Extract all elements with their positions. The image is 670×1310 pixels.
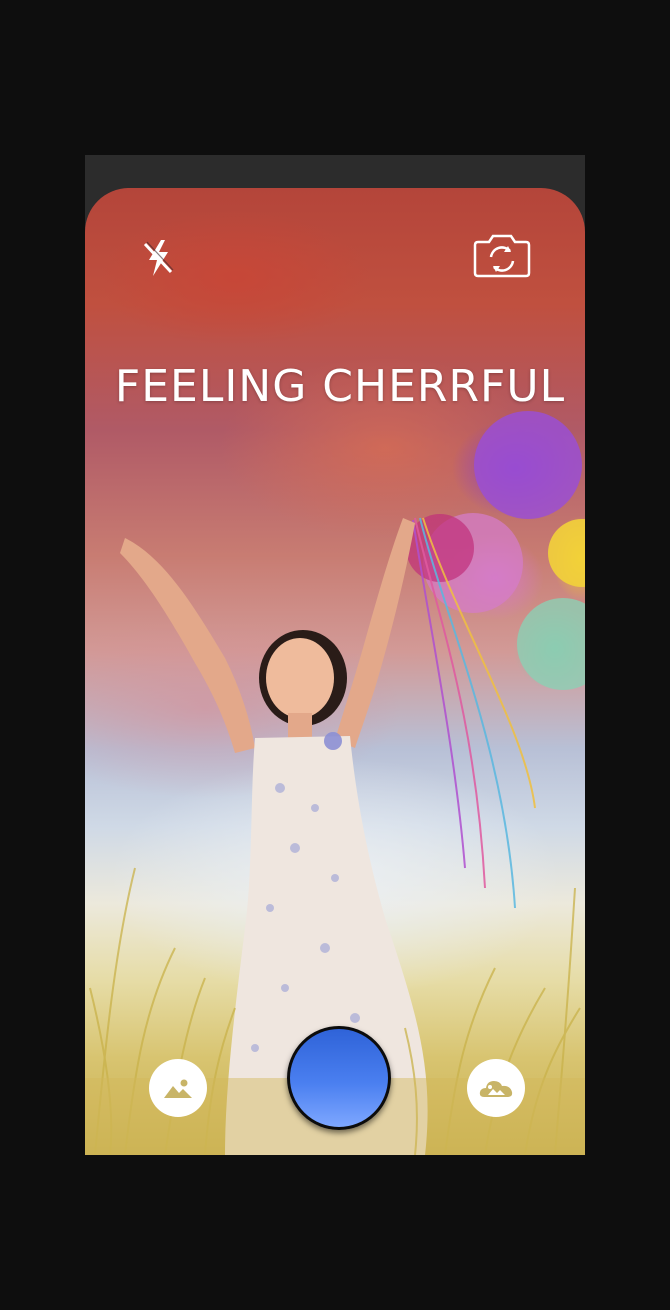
- gallery-button[interactable]: [149, 1059, 207, 1117]
- mood-title: FEELING CHERRFUL: [114, 361, 566, 412]
- girl-face: [266, 638, 334, 718]
- switch-camera-button[interactable]: [470, 232, 534, 280]
- flash-toggle-button[interactable]: [133, 233, 183, 283]
- flash-off-icon: [143, 240, 174, 276]
- cloud-image-icon: [479, 1081, 513, 1097]
- balloon-green: [517, 598, 585, 690]
- balloon-purple: [474, 411, 582, 519]
- phone-screen: FEELING CHERRFUL: [85, 155, 585, 1155]
- camera-switch-icon: [473, 234, 531, 278]
- camera-preview-image: [85, 411, 585, 1155]
- shutter-button[interactable]: [287, 1026, 391, 1130]
- camera-viewfinder: FEELING CHERRFUL: [85, 188, 585, 1155]
- girl-left-arm: [120, 538, 255, 753]
- filter-button[interactable]: [467, 1059, 525, 1117]
- girl-right-arm: [335, 518, 415, 748]
- balloon-yellow: [548, 519, 585, 587]
- image-icon: [164, 1079, 192, 1098]
